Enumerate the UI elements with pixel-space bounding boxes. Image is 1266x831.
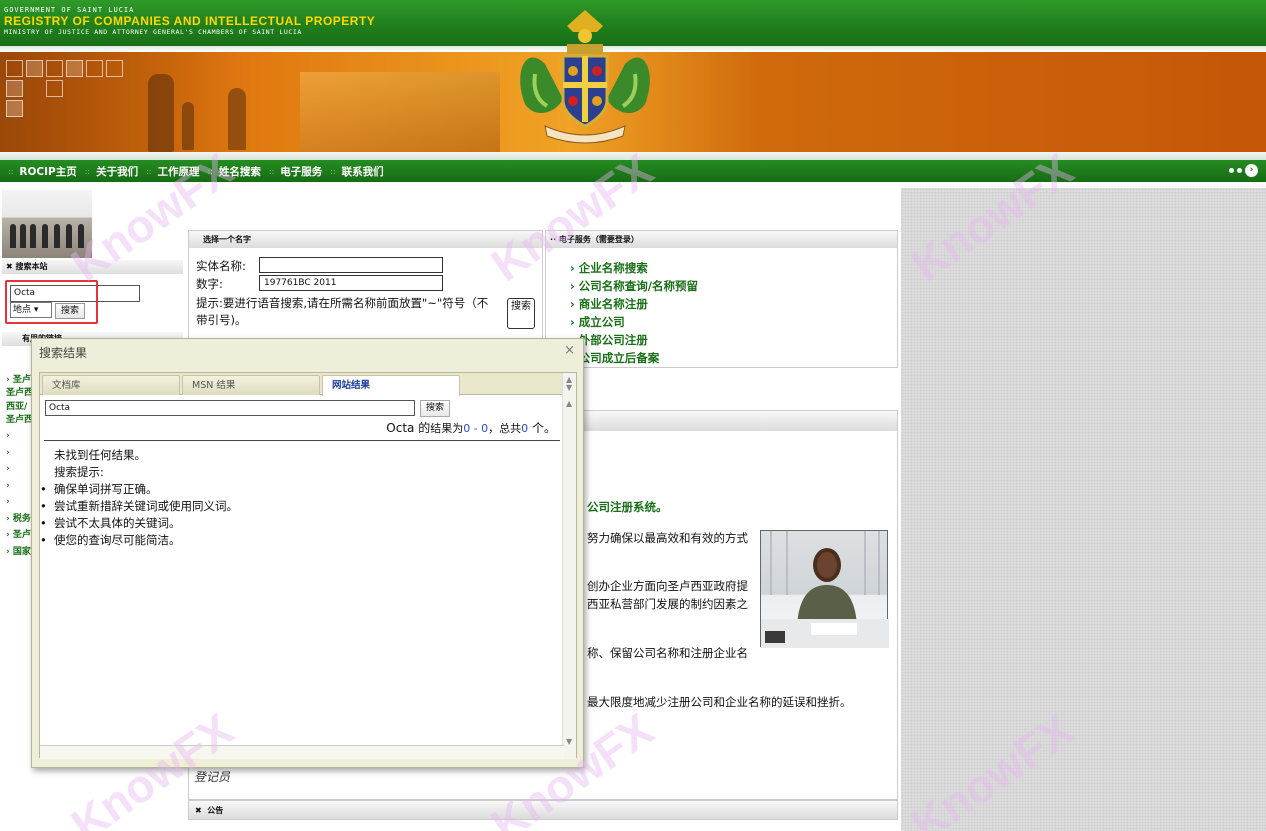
number-label: 数字:: [196, 277, 223, 291]
registrar-signature: 登记员: [194, 770, 231, 784]
hero-square: [46, 80, 63, 97]
hero-square: [46, 60, 63, 77]
highlight-box: [5, 280, 98, 324]
next-arrow-icon[interactable]: ›: [1245, 164, 1258, 177]
brand-block: GOVERNMENT OF SAINT LUCIA REGISTRY OF CO…: [4, 6, 375, 36]
name-box-heading: 选择一个名字: [189, 231, 542, 248]
useful-link[interactable]: ›: [6, 494, 33, 511]
welcome-text: 创办企业方面向圣卢西亚政府提: [587, 579, 748, 593]
site-subtitle: MINISTRY OF JUSTICE AND ATTORNEY GENERAL…: [4, 28, 302, 36]
eservice-link-external-register[interactable]: › 外部公司注册: [570, 331, 698, 349]
pager-dot: [1237, 168, 1242, 173]
tip-item: 尝试重新措辞关键词或使用同义词。: [40, 498, 238, 515]
hero-figure: [148, 74, 174, 152]
eservice-link-name-reserve[interactable]: › 公司名称查询/名称预留: [570, 277, 698, 295]
welcome-text: 称、保留公司名称和注册企业名: [587, 646, 748, 660]
name-search-button[interactable]: 搜索: [507, 298, 535, 329]
dialog-search-button[interactable]: 搜索: [420, 400, 450, 417]
welcome-text: 公司注册系统。: [587, 500, 668, 514]
hero-square: [66, 60, 83, 77]
hero-figure: [228, 88, 246, 150]
useful-link[interactable]: › 国家: [6, 544, 33, 561]
dialog-search-input[interactable]: Octa: [45, 400, 415, 416]
divider: [44, 440, 560, 441]
search-hint: 提示:要进行语音搜索,请在所需名称前面放置"~"符号（不带引号)。: [196, 296, 489, 327]
search-results-dialog: 搜索结果 × 文档库 MSN 结果 网站结果 ▲ ▼ ▲ ▼ Octa 搜索 O…: [31, 338, 584, 768]
no-results-text: 未找到任何结果。: [54, 448, 146, 462]
hero-square: [26, 60, 43, 77]
header-stripe: [0, 152, 1266, 160]
tip-item: 使您的查询尽可能简洁。: [40, 532, 238, 549]
hero-figure: [182, 102, 194, 150]
hero-square: [6, 80, 23, 97]
useful-link[interactable]: ›: [6, 461, 33, 478]
useful-link[interactable]: 圣卢西: [6, 412, 33, 429]
eservices-list: › 企业名称搜索 › 公司名称查询/名称预留 › 商业名称注册 › 成立公司 ›…: [570, 259, 698, 367]
number-input[interactable]: 197761BC 2011: [259, 275, 443, 291]
useful-link[interactable]: › 圣卢: [6, 527, 33, 544]
tab-document-library[interactable]: 文档库: [42, 375, 180, 395]
close-icon[interactable]: ×: [564, 343, 575, 358]
eservice-link-post-filing[interactable]: › 公司成立后备案: [570, 349, 698, 367]
eservice-link-name-search[interactable]: › 企业名称搜索: [570, 259, 698, 277]
nav-name-search[interactable]: 姓名搜索: [219, 164, 261, 179]
entity-label: 实体名称:: [196, 259, 246, 273]
site-search-heading: ✖ 搜索本站: [2, 260, 183, 274]
eservice-link-incorporate[interactable]: › 成立公司: [570, 313, 698, 331]
useful-link[interactable]: ›: [6, 478, 33, 495]
tip-item: 尝试不太具体的关键词。: [40, 515, 238, 532]
result-summary: Octa 的结果为0 - 0，总共0 个。: [386, 421, 556, 435]
nav-about[interactable]: 关于我们: [96, 164, 138, 179]
useful-link[interactable]: › 税务: [6, 511, 33, 528]
registrar-photo: [760, 530, 889, 648]
nav-home[interactable]: ROCIP主页: [19, 164, 76, 179]
notice-heading: ✖ 公告: [188, 800, 898, 820]
nav-how-it-works[interactable]: 工作原理: [158, 164, 200, 179]
nav-eservices[interactable]: 电子服务: [280, 164, 322, 179]
hero-square: [86, 60, 103, 77]
hero-mountain: [300, 72, 500, 152]
tips-list: 确保单词拼写正确。 尝试重新措辞关键词或使用同义词。 尝试不太具体的关键词。 使…: [40, 481, 238, 549]
welcome-text: 最大限度地减少注册公司和企业名称的延误和挫折。: [587, 695, 852, 709]
hero-square: [6, 100, 23, 117]
eservices-box: ·∙ 电子服务（需要登录） › 企业名称搜索 › 公司名称查询/名称预留 › 商…: [545, 230, 898, 368]
dialog-body: 文档库 MSN 结果 网站结果 ▲ ▼ ▲ ▼ Octa 搜索 Octa 的结果…: [39, 372, 577, 759]
dialog-title: 搜索结果: [39, 346, 88, 360]
tab-msn-results[interactable]: MSN 结果: [182, 375, 320, 395]
tips-heading: 搜索提示:: [54, 465, 104, 479]
nav-pager: ›: [1229, 164, 1258, 177]
hero-square: [106, 60, 123, 77]
right-panel: [901, 188, 1266, 831]
useful-links-list: › 圣卢 圣卢西 西亚/ 圣卢西 › › › › › › 税务 › 圣卢 › 国…: [6, 372, 33, 560]
dialog-hscrollbar[interactable]: [40, 745, 564, 759]
tab-site-results[interactable]: 网站结果: [322, 375, 460, 396]
pager-dot: [1229, 168, 1234, 173]
hero-square: [6, 60, 23, 77]
scroll-up-icon[interactable]: ▲: [566, 399, 572, 408]
welcome-text: 西亚私营部门发展的制约因素之: [587, 597, 748, 611]
eservices-heading: ·∙ 电子服务（需要登录）: [546, 231, 897, 248]
nav-contact[interactable]: 联系我们: [342, 164, 384, 179]
group-photo: [2, 190, 92, 258]
coat-of-arms-icon: [520, 10, 650, 144]
scroll-down-icon[interactable]: ▼: [566, 383, 572, 392]
useful-link[interactable]: ›: [6, 428, 33, 445]
no-results-message: 未找到任何结果。 搜索提示: 确保单词拼写正确。 尝试重新措辞关键词或使用同义词…: [40, 447, 238, 549]
welcome-text: 努力确保以最高效和有效的方式: [587, 531, 748, 545]
main-nav: :: ROCIP主页 :: 关于我们 :: 工作原理 :: 姓名搜索 :: 电子服务 ::…: [0, 160, 1266, 182]
entity-name-input[interactable]: [259, 257, 443, 273]
eservice-link-business-register[interactable]: › 商业名称注册: [570, 295, 698, 313]
gov-line: GOVERNMENT OF SAINT LUCIA: [4, 6, 135, 14]
scroll-down-icon[interactable]: ▼: [566, 737, 572, 746]
useful-link[interactable]: ›: [6, 445, 33, 462]
result-tabs: 文档库 MSN 结果 网站结果: [40, 373, 564, 396]
site-title: REGISTRY OF COMPANIES AND INTELLECTUAL P…: [4, 14, 376, 28]
dialog-scrollbar[interactable]: ▲ ▼ ▲ ▼: [562, 373, 576, 759]
tip-item: 确保单词拼写正确。: [40, 481, 238, 498]
